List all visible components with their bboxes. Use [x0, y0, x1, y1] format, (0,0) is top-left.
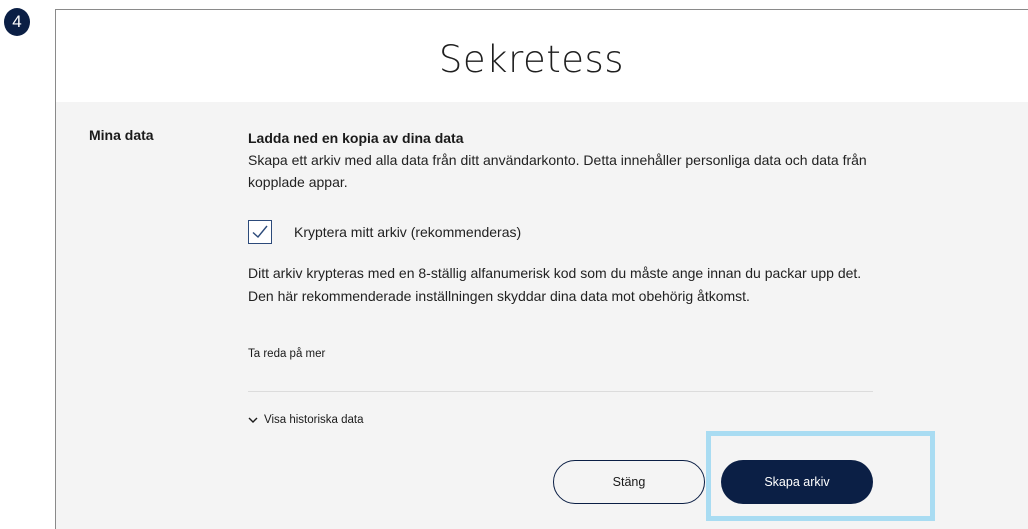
- download-section: Ladda ned en kopia av dina data Skapa et…: [248, 127, 888, 193]
- highlight-frame: [706, 431, 935, 521]
- encrypt-checkbox-label[interactable]: Kryptera mitt arkiv (rekommenderas): [294, 224, 521, 240]
- encrypt-option[interactable]: Kryptera mitt arkiv (rekommenderas): [248, 220, 521, 244]
- dialog-title: Sekretess: [438, 38, 625, 81]
- chevron-down-icon: [248, 417, 258, 423]
- show-history-toggle[interactable]: Visa historiska data: [248, 414, 364, 426]
- section-label: Mina data: [89, 127, 154, 143]
- learn-more-link[interactable]: Ta reda på mer: [248, 348, 325, 360]
- close-button[interactable]: Stäng: [553, 460, 705, 504]
- download-heading: Ladda ned en kopia av dina data: [248, 130, 464, 146]
- encrypt-checkbox[interactable]: [248, 220, 272, 244]
- encrypt-explanation: Ditt arkiv krypteras med en 8-ställig al…: [248, 265, 862, 304]
- download-description: Skapa ett arkiv med alla data från ditt …: [248, 152, 867, 190]
- checkmark-icon: [252, 225, 268, 239]
- dialog-header: Sekretess: [56, 10, 1028, 102]
- show-history-label[interactable]: Visa historiska data: [264, 414, 364, 426]
- step-number-badge: 4: [4, 8, 30, 36]
- divider: [248, 391, 873, 392]
